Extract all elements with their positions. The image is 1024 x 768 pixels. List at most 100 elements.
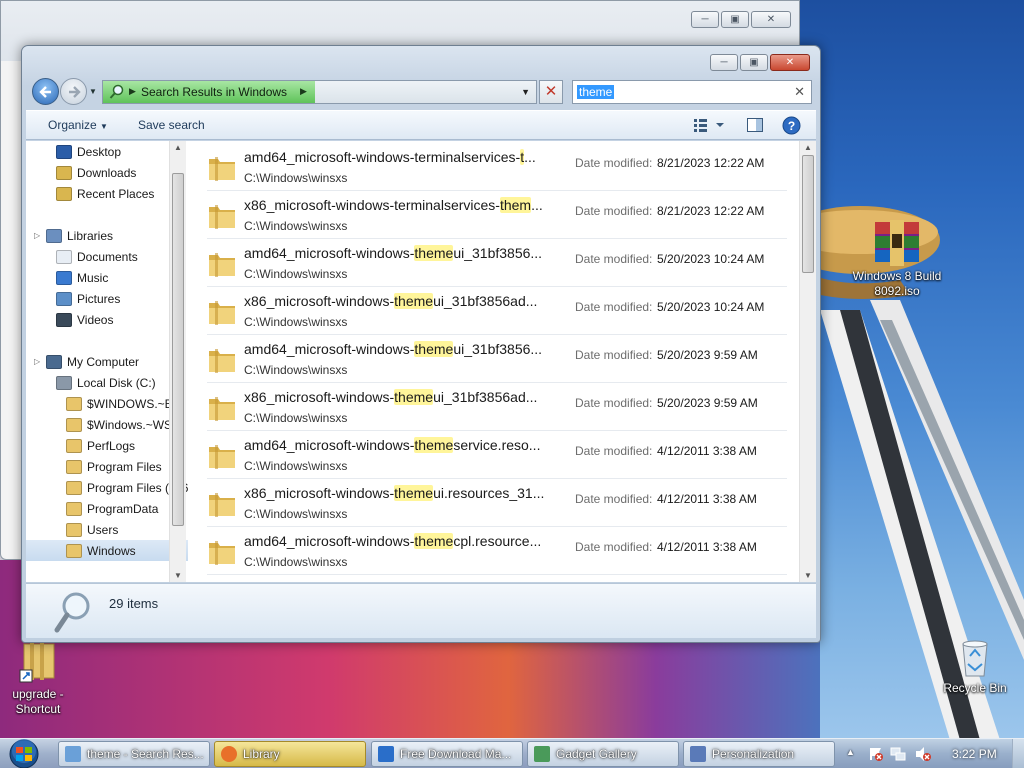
nav-item-label: Desktop [77, 144, 122, 159]
organize-button[interactable]: Organize ▼ [48, 118, 108, 132]
nav-item-users[interactable]: Users [26, 519, 188, 540]
scrollbar-thumb[interactable] [802, 155, 814, 273]
result-row[interactable]: x86_microsoft-windows-terminalservices-t… [207, 191, 787, 239]
start-button[interactable] [6, 739, 42, 768]
nav-item-downloads[interactable]: Downloads [26, 162, 188, 183]
nav-item-program-files-x86[interactable]: Program Files (x86) [26, 477, 188, 498]
result-row[interactable]: amd64_microsoft-windows-themecpl.resourc… [207, 527, 787, 575]
navigation-scrollbar[interactable]: ▲ ▼ [169, 141, 186, 582]
network-icon[interactable] [890, 746, 906, 762]
nav-item-pictures[interactable]: Pictures [26, 288, 188, 309]
pictures-icon [56, 291, 72, 306]
nav-item-recent-places[interactable]: Recent Places [26, 183, 188, 204]
gadget-icon [534, 746, 550, 762]
search-icon [54, 592, 90, 633]
tree-expander-icon[interactable]: ▷ [34, 357, 40, 366]
nav-item-libraries[interactable]: Libraries [26, 225, 188, 246]
taskbar-button[interactable]: Free Download Ma... [371, 741, 523, 767]
save-search-button[interactable]: Save search [138, 118, 205, 132]
result-path: C:\Windows\winsxs [244, 555, 348, 569]
taskbar: theme - Search Res... Library Free Downloa… [0, 738, 1024, 768]
preview-pane-icon[interactable] [746, 116, 764, 134]
nav-item-program-files[interactable]: Program Files [26, 456, 188, 477]
tree-expander-icon[interactable]: ▷ [34, 231, 40, 240]
nav-item-documents[interactable]: Documents [26, 246, 188, 267]
volume-muted-icon[interactable] [914, 746, 932, 762]
scroll-up-icon[interactable]: ▲ [174, 143, 182, 152]
scroll-down-icon[interactable]: ▼ [804, 571, 812, 580]
taskbar-button[interactable]: Personalization [683, 741, 835, 767]
nav-item-windows[interactable]: Windows [26, 540, 188, 561]
help-icon[interactable]: ? [782, 116, 801, 135]
result-row[interactable]: x86_microsoft-windows-themeui_31bf3856ad… [207, 287, 787, 335]
bg-minimize-button[interactable]: ─ [691, 11, 719, 28]
close-button[interactable]: ✕ [770, 54, 810, 71]
nav-item-my-computer[interactable]: My Computer [26, 351, 188, 372]
name-prefix: amd64_microsoft-windows- [244, 437, 415, 453]
result-row[interactable]: amd64_microsoft-windows-themeui_31bf3856… [207, 239, 787, 287]
results-scrollbar[interactable]: ▲ ▼ [799, 141, 816, 582]
result-row[interactable]: amd64_microsoft-windows-terminalservices… [207, 143, 787, 191]
result-row[interactable]: amd64_microsoft-windows-themeservice.res… [207, 431, 787, 479]
upgrade-shortcut-desktop-icon[interactable]: upgrade - Shortcut [0, 640, 83, 717]
videos-icon [56, 312, 72, 327]
taskbar-button[interactable]: theme - Search Res... [58, 741, 210, 767]
nav-item-music[interactable]: Music [26, 267, 188, 288]
bg-caption-buttons: ─ ▣ ✕ [691, 11, 791, 28]
result-row[interactable]: x86_microsoft-windows-themeui_31bf3856ad… [207, 383, 787, 431]
breadcrumb-chevron-icon[interactable]: ▶ [300, 86, 307, 97]
explorer-content: Desktop Downloads Recent Places Libraries Do… [26, 141, 816, 582]
taskbar-button[interactable]: Gadget Gallery [527, 741, 679, 767]
bg-close-button[interactable]: ✕ [751, 11, 791, 28]
nav-item-label: Local Disk (C:) [77, 375, 156, 390]
taskbar-button-label: Personalization [712, 747, 795, 761]
match-highlight: theme [394, 485, 434, 501]
folder-icon [66, 543, 82, 558]
nav-item-perflogs[interactable]: PerfLogs [26, 435, 188, 456]
taskbar-clock[interactable]: 3:22 PM [952, 747, 997, 761]
show-hidden-icons-icon[interactable]: ▲ [846, 747, 855, 757]
maximize-button[interactable]: ▣ [740, 54, 768, 71]
bg-maximize-button[interactable]: ▣ [721, 11, 749, 28]
breadcrumb-chevron-icon[interactable]: ▶ [129, 86, 136, 97]
show-desktop-button[interactable] [1012, 739, 1024, 768]
recycle-bin-desktop-icon[interactable]: Recycle Bin [930, 638, 1020, 696]
command-bar: Organize ▼ Save search ? [26, 110, 816, 140]
address-bar[interactable]: ▶ Search Results in Windows ▶ ▼ [102, 80, 537, 104]
address-breadcrumb[interactable]: Search Results in Windows [141, 85, 287, 99]
address-dropdown-icon[interactable]: ▼ [521, 87, 530, 97]
search-query-text[interactable]: theme [577, 85, 615, 99]
music-icon [56, 270, 72, 285]
back-button[interactable] [32, 78, 59, 105]
explorer-window[interactable]: ─ ▣ ✕ ▼ ▶ Search Results in Windows ▶ ▼ … [21, 45, 821, 643]
upgrade-label-line2: Shortcut [15, 702, 61, 716]
documents-icon [56, 249, 72, 264]
result-row[interactable]: x86_microsoft-windows-themeui.resources_… [207, 479, 787, 527]
nav-item-videos[interactable]: Videos [26, 309, 188, 330]
date-modified-label: Date modified: [575, 540, 653, 554]
recent-pages-dropdown-icon[interactable]: ▼ [89, 87, 99, 97]
nav-item-local-disk-c[interactable]: Local Disk (C:) [26, 372, 188, 393]
iso-desktop-icon[interactable]: Windows 8 Build 8092.iso [852, 220, 942, 299]
view-options-icon[interactable] [692, 116, 726, 134]
action-center-icon[interactable] [868, 746, 884, 762]
minimize-button[interactable]: ─ [710, 54, 738, 71]
nav-item-windows-ws[interactable]: $Windows.~WS [26, 414, 188, 435]
search-input[interactable]: theme ✕ [572, 80, 812, 104]
folder-icon [209, 445, 235, 469]
date-modified-label: Date modified: [575, 396, 653, 410]
scroll-up-icon[interactable]: ▲ [804, 143, 812, 152]
folder-icon [209, 253, 235, 277]
scrollbar-thumb[interactable] [172, 173, 184, 526]
clear-search-icon[interactable]: ✕ [794, 84, 805, 100]
upgrade-label-line1: upgrade - [12, 687, 64, 701]
forward-button[interactable] [60, 78, 87, 105]
result-row[interactable]: amd64_microsoft-windows-themeui_31bf3856… [207, 335, 787, 383]
search-icon [109, 84, 124, 99]
stop-search-button[interactable]: ✕ [539, 80, 563, 104]
nav-item-windows-bt[interactable]: $WINDOWS.~BT [26, 393, 188, 414]
nav-item-programdata[interactable]: ProgramData [26, 498, 188, 519]
scroll-down-icon[interactable]: ▼ [174, 571, 182, 580]
taskbar-button[interactable]: Library [214, 741, 366, 767]
nav-item-desktop[interactable]: Desktop [26, 141, 188, 162]
